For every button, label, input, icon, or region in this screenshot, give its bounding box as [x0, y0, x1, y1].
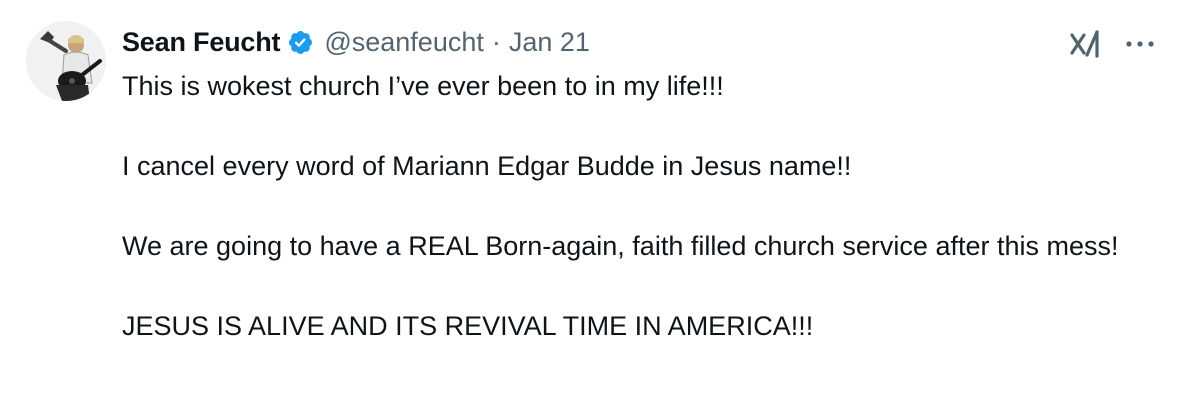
more-options-icon[interactable] [1122, 32, 1158, 56]
handle[interactable]: @seanfeucht [324, 27, 484, 58]
tweet-paragraph: We are going to have a REAL Born-again, … [122, 231, 1119, 261]
tweet-header: Sean Feucht @seanfeucht · Jan 21 [122, 24, 590, 60]
tweet-paragraph: I cancel every word of Mariann Edgar Bud… [122, 151, 852, 181]
tweet-date[interactable]: Jan 21 [509, 27, 590, 58]
verified-badge-icon [287, 29, 314, 56]
tweet-paragraph: This is wokest church I’ve ever been to … [122, 71, 724, 101]
tweet-paragraph: JESUS IS ALIVE AND ITS REVIVAL TIME IN A… [122, 311, 814, 341]
tweet: Sean Feucht @seanfeucht · Jan 21 This is… [0, 0, 1178, 402]
display-name[interactable]: Sean Feucht [122, 27, 281, 58]
separator-dot: · [491, 26, 501, 57]
avatar[interactable] [26, 21, 106, 101]
tweet-text: This is wokest church I’ve ever been to … [122, 66, 1142, 346]
grok-icon[interactable] [1067, 27, 1103, 63]
avatar-image [26, 21, 106, 101]
